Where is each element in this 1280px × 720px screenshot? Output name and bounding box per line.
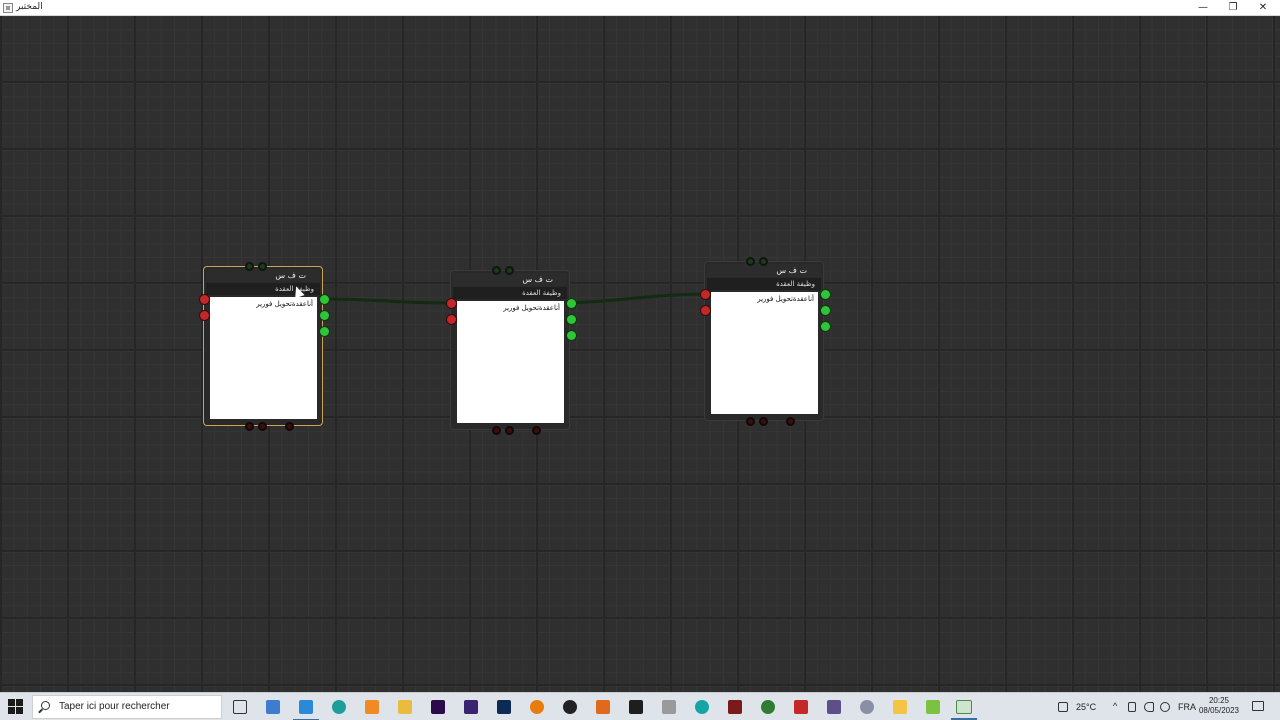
input-port[interactable]	[200, 295, 209, 304]
taskbar-search[interactable]: Taper ici pour rechercher	[32, 695, 222, 719]
edge-icon[interactable]	[332, 700, 346, 714]
node-bottom-port[interactable]	[759, 417, 768, 426]
input-port[interactable]	[701, 290, 710, 299]
node-content-text: أناعقدةتحويل فورير	[757, 295, 814, 303]
node-content-text: أناعقدةتحويل فورير	[256, 300, 313, 308]
node-content-text: أناعقدةتحويل فورير	[503, 304, 560, 312]
weather-icon[interactable]	[1058, 702, 1068, 712]
jetbrains-icon[interactable]	[728, 700, 742, 714]
node-top-port[interactable]	[258, 262, 267, 271]
fft-node[interactable]: ت ف س وظيفة العقدة أناعقدةتحويل فورير	[447, 266, 576, 435]
node-bottom-port[interactable]	[505, 426, 514, 435]
file-explorer-icon[interactable]	[266, 700, 280, 714]
output-port[interactable]	[821, 290, 830, 299]
node-bottom-port[interactable]	[786, 417, 795, 426]
notification-icon[interactable]	[1252, 701, 1264, 711]
input-port[interactable]	[701, 306, 710, 315]
game-icon[interactable]	[860, 700, 874, 714]
network-icon[interactable]	[1160, 702, 1170, 712]
node-bottom-port[interactable]	[258, 422, 267, 431]
node-bottom-port[interactable]	[492, 426, 501, 435]
chevron-up-icon[interactable]: ^	[1113, 701, 1117, 711]
visual-studio-icon[interactable]	[464, 700, 478, 714]
input-port[interactable]	[200, 311, 209, 320]
connection-layer	[322, 292, 705, 305]
node-top-port[interactable]	[746, 257, 755, 266]
node-top-port[interactable]	[759, 257, 768, 266]
maximize-button[interactable]: ❐	[1218, 0, 1248, 16]
node-bottom-port[interactable]	[245, 422, 254, 431]
clock-time: 20:25	[1208, 696, 1230, 705]
clock[interactable]: 20:25 08/05/2023	[1196, 696, 1242, 716]
battery-icon[interactable]	[1128, 702, 1136, 712]
node-subtitle: وظيفة العقدة	[453, 287, 567, 299]
search-placeholder: Taper ici pour rechercher	[59, 701, 170, 712]
terminal-icon[interactable]	[629, 700, 643, 714]
fft-node[interactable]: ت ف س وظيفة العقدة أناعقدةتحويل فورير	[200, 262, 329, 431]
title-bar: المختبر — ❐ ✕	[0, 0, 1280, 16]
output-port[interactable]	[821, 322, 830, 331]
weather-temperature[interactable]: 25°C	[1076, 702, 1096, 712]
node-bottom-port[interactable]	[746, 417, 755, 426]
node-subtitle: وظيفة العقدة	[707, 278, 821, 290]
output-port[interactable]	[567, 315, 576, 324]
node-content: أناعقدةتحويل فورير	[210, 297, 317, 419]
node-top-port[interactable]	[245, 262, 254, 271]
output-port[interactable]	[320, 295, 329, 304]
app-window-icon	[3, 3, 13, 13]
output-port[interactable]	[320, 311, 329, 320]
connection-wire[interactable]	[569, 292, 705, 305]
brackets-icon[interactable]	[596, 700, 610, 714]
taskbar: Taper ici pour rechercher 25°C ^ FRA 20:…	[0, 692, 1280, 720]
node-content: أناعقدةتحويل فورير	[711, 292, 818, 414]
inkscape-icon[interactable]	[761, 700, 775, 714]
node-canvas[interactable]: ت ف س وظيفة العقدة أناعقدةتحويل فورير ت …	[0, 16, 1280, 692]
output-port[interactable]	[567, 331, 576, 340]
window-title: المختبر	[16, 2, 43, 12]
node-top-port[interactable]	[492, 266, 501, 275]
connection-wire[interactable]	[322, 297, 451, 305]
search-icon	[41, 701, 50, 710]
fft-node[interactable]: ت ف س وظيفة العقدة أناعقدةتحويل فورير	[701, 257, 830, 426]
solidworks-icon[interactable]	[794, 700, 808, 714]
photoshop-icon[interactable]	[497, 700, 511, 714]
input-port[interactable]	[447, 299, 456, 308]
windows-start-icon[interactable]	[8, 699, 24, 715]
blender-icon[interactable]	[530, 700, 544, 714]
green-app-icon[interactable]	[926, 700, 940, 714]
output-port[interactable]	[821, 306, 830, 315]
input-port[interactable]	[447, 315, 456, 324]
language-indicator[interactable]: FRA	[1178, 702, 1196, 712]
arduino-icon[interactable]	[695, 700, 709, 714]
output-port[interactable]	[320, 327, 329, 336]
folder-icon[interactable]	[398, 700, 412, 714]
node-top-port[interactable]	[505, 266, 514, 275]
app-icon[interactable]	[827, 700, 841, 714]
vscode-icon[interactable]	[293, 700, 319, 720]
wb-icon[interactable]	[662, 700, 676, 714]
premiere-pro-icon[interactable]	[431, 700, 445, 714]
node-bottom-port[interactable]	[532, 426, 541, 435]
minimize-button[interactable]: —	[1188, 0, 1218, 16]
node-bottom-port[interactable]	[285, 422, 294, 431]
volume-icon[interactable]	[1144, 702, 1154, 712]
output-port[interactable]	[567, 299, 576, 308]
node-content: أناعقدةتحويل فورير	[457, 301, 564, 423]
obs-icon[interactable]	[563, 700, 577, 714]
task-view-icon[interactable]	[233, 700, 247, 714]
active-window-icon[interactable]	[951, 700, 977, 720]
notes-icon[interactable]	[893, 700, 907, 714]
sublime-text-icon[interactable]	[365, 700, 379, 714]
clock-date: 08/05/2023	[1198, 706, 1240, 715]
close-button[interactable]: ✕	[1248, 0, 1278, 16]
